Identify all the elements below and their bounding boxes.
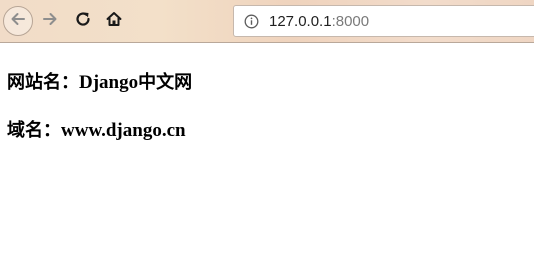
home-icon	[105, 10, 123, 32]
reload-button[interactable]	[68, 6, 98, 36]
browser-toolbar: 127.0.0.1:8000	[0, 0, 534, 43]
site-name-value-cjk: 中文网	[138, 72, 193, 93]
url-host: 127.0.0.1	[269, 12, 332, 30]
forward-button[interactable]	[35, 6, 65, 36]
site-name-label: 网站名：	[7, 72, 79, 93]
url-text[interactable]: 127.0.0.1:8000	[269, 13, 369, 30]
site-name-heading: 网站名：Django中文网	[7, 68, 192, 94]
url-port: :8000	[331, 12, 370, 30]
back-button[interactable]	[3, 6, 33, 36]
domain-value: www.django.cn	[61, 120, 186, 141]
domain-heading: 域名：www.django.cn	[7, 116, 186, 142]
reload-icon	[74, 10, 92, 32]
back-arrow-icon	[9, 10, 27, 32]
address-bar[interactable]: 127.0.0.1:8000	[233, 5, 534, 37]
domain-label: 域名：	[7, 120, 61, 141]
forward-arrow-icon	[41, 10, 59, 32]
site-name-value-latin: Django	[79, 72, 139, 93]
info-icon[interactable]	[244, 14, 259, 29]
home-button[interactable]	[99, 6, 129, 36]
